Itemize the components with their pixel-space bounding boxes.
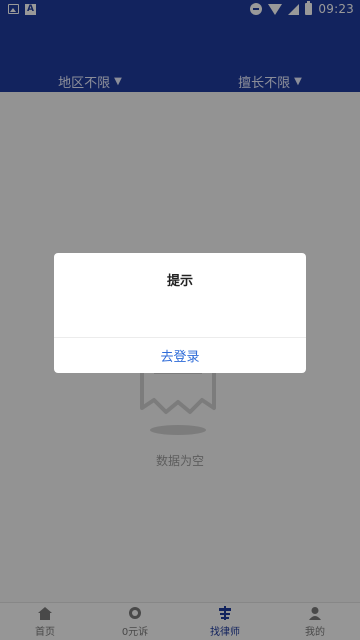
login-prompt-dialog: 提示 去登录 [54,253,306,373]
dialog-title: 提示 [166,274,193,289]
go-login-button[interactable]: 去登录 [54,338,306,373]
